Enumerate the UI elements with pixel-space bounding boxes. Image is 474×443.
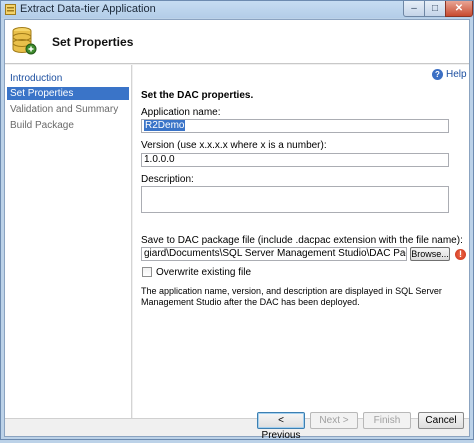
wizard-footer: < Previous Next > Finish Cancel: [5, 412, 469, 441]
overwrite-checkbox[interactable]: [142, 267, 152, 277]
page-title: Set Properties: [52, 35, 134, 49]
finish-button[interactable]: Finish: [363, 412, 411, 429]
minimize-button[interactable]: –: [403, 1, 425, 17]
next-button[interactable]: Next >: [310, 412, 358, 429]
nav-item-validation-summary: Validation and Summary: [10, 104, 119, 115]
save-path-input[interactable]: giard\Documents\SQL Server Management St…: [141, 247, 407, 261]
wizard-header: Set Properties: [5, 20, 469, 64]
browse-button[interactable]: Browse...: [410, 247, 450, 261]
help-icon: ?: [432, 69, 443, 80]
wizard-window: Extract Data-tier Application – □ ✕ Set …: [0, 0, 474, 441]
wizard-nav: Introduction Set Properties Validation a…: [5, 65, 132, 418]
nav-item-build-package: Build Package: [10, 120, 74, 131]
app-name-value: R2Demo: [144, 120, 186, 131]
save-path-label: Save to DAC package file (include .dacpa…: [141, 235, 463, 246]
properties-panel: ? Help Set the DAC properties. Applicati…: [133, 65, 469, 418]
version-input[interactable]: 1.0.0.0: [141, 153, 449, 167]
app-name-label: Application name:: [141, 107, 221, 118]
app-name-input[interactable]: R2Demo: [141, 119, 449, 133]
wizard-client: Set Properties Introduction Set Properti…: [4, 19, 470, 441]
database-wizard-icon: [12, 27, 37, 55]
description-label: Description:: [141, 174, 194, 185]
help-label: Help: [446, 69, 467, 80]
previous-button[interactable]: < Previous: [257, 412, 305, 441]
window-title: Extract Data-tier Application: [20, 3, 156, 15]
title-bar[interactable]: Extract Data-tier Application – □ ✕: [1, 1, 473, 18]
maximize-button[interactable]: □: [424, 1, 446, 17]
description-input[interactable]: [141, 186, 449, 213]
overwrite-label[interactable]: Overwrite existing file: [156, 267, 251, 278]
section-title: Set the DAC properties.: [141, 90, 254, 101]
cancel-button[interactable]: Cancel: [418, 412, 464, 429]
nav-item-set-properties[interactable]: Set Properties: [7, 87, 129, 100]
nav-item-introduction[interactable]: Introduction: [7, 72, 129, 85]
app-icon: [5, 4, 16, 15]
close-button[interactable]: ✕: [445, 1, 473, 17]
help-link[interactable]: ? Help: [432, 69, 467, 80]
version-label: Version (use x.x.x.x where x is a number…: [141, 140, 327, 151]
error-icon: !: [455, 249, 466, 260]
info-note: The application name, version, and descr…: [141, 286, 442, 307]
